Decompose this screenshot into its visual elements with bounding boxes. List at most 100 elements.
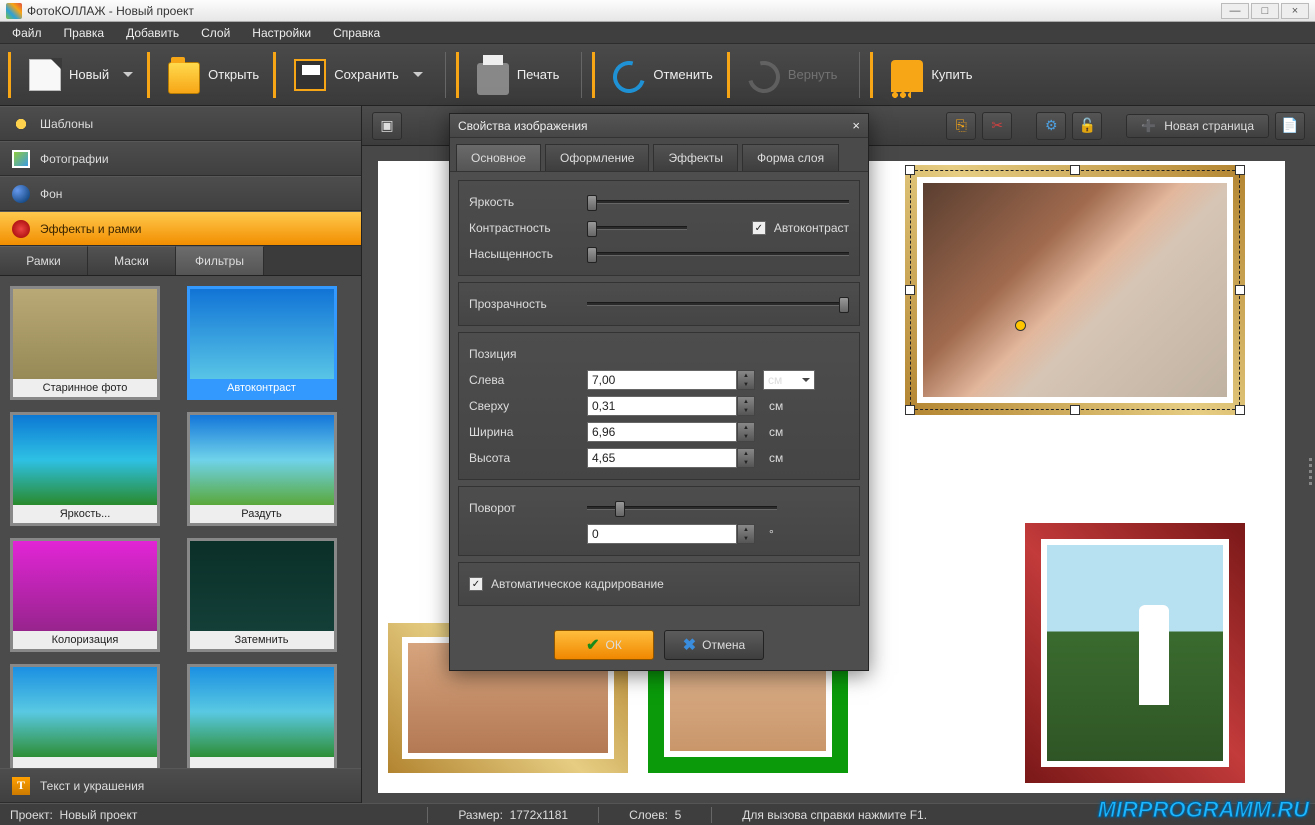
- status-project-label: Проект: Новый проект: [10, 808, 137, 822]
- filter-inflate[interactable]: Раздуть: [187, 412, 337, 526]
- image-frame[interactable]: [1025, 523, 1245, 783]
- subtab-masks[interactable]: Маски: [88, 246, 176, 275]
- scissors-icon: ✂: [991, 117, 1003, 134]
- tab-design[interactable]: Оформление: [545, 144, 649, 171]
- close-button[interactable]: ×: [1281, 3, 1309, 19]
- app-icon: [6, 3, 22, 19]
- dialog-titlebar[interactable]: Свойства изображения ×: [450, 114, 868, 138]
- left-label: Слева: [469, 373, 579, 387]
- resize-handle[interactable]: [905, 285, 915, 295]
- filter-autocontrast[interactable]: Автоконтраст: [187, 286, 337, 400]
- dialog-close-button[interactable]: ×: [852, 118, 860, 133]
- resize-handle[interactable]: [1235, 405, 1245, 415]
- page-settings-button[interactable]: 📄: [1275, 112, 1305, 140]
- tool-button[interactable]: ⎘: [946, 112, 976, 140]
- titlebar: ФотоКОЛЛАЖ - Новый проект — □ ×: [0, 0, 1315, 22]
- spinner-arrows[interactable]: ▲▼: [737, 524, 755, 544]
- dropdown-icon: [123, 72, 133, 77]
- lock-button[interactable]: 🔓: [1072, 112, 1102, 140]
- globe-icon: [12, 185, 30, 203]
- sidebar-effects[interactable]: Эффекты и рамки: [0, 211, 361, 246]
- autocontrast-checkbox[interactable]: ✓: [752, 221, 766, 235]
- contrast-slider[interactable]: [587, 226, 687, 230]
- width-label: Ширина: [469, 425, 579, 439]
- cut-button[interactable]: ✂: [982, 112, 1012, 140]
- buy-button[interactable]: Купить: [879, 52, 984, 98]
- menu-file[interactable]: Файл: [8, 24, 46, 42]
- spinner-arrows[interactable]: ▲▼: [737, 422, 755, 442]
- lock-icon: 🔓: [1079, 117, 1096, 134]
- brightness-label: Яркость: [469, 195, 579, 209]
- sidebar-background[interactable]: Фон: [0, 176, 361, 211]
- spinner-arrows[interactable]: ▲▼: [737, 396, 755, 416]
- ok-button[interactable]: ✔ОК: [554, 630, 654, 660]
- resize-handle[interactable]: [1070, 405, 1080, 415]
- redo-button[interactable]: Вернуть: [736, 51, 850, 99]
- new-page-button[interactable]: ➕Новая страница: [1126, 114, 1269, 138]
- layers-button[interactable]: ▣: [372, 112, 402, 140]
- window-title: ФотоКОЛЛАЖ - Новый проект: [27, 4, 194, 18]
- minimize-button[interactable]: —: [1221, 3, 1249, 19]
- open-button[interactable]: Открыть: [156, 50, 271, 100]
- x-icon: ✖: [683, 635, 696, 655]
- menu-edit[interactable]: Правка: [60, 24, 109, 42]
- toolbar-accent: [8, 52, 11, 98]
- rotation-slider[interactable]: [587, 506, 777, 510]
- menu-settings[interactable]: Настройки: [248, 24, 315, 42]
- tab-main[interactable]: Основное: [456, 144, 541, 171]
- status-size: Размер: 1772x1181: [458, 808, 568, 822]
- save-icon: [294, 59, 326, 91]
- filter-brightness[interactable]: Яркость...: [10, 412, 160, 526]
- maximize-button[interactable]: □: [1251, 3, 1279, 19]
- autocrop-label: Автоматическое кадрирование: [491, 577, 664, 591]
- autocrop-checkbox[interactable]: ✓: [469, 577, 483, 591]
- sidebar-templates[interactable]: Шаблоны: [0, 106, 361, 141]
- resize-handle[interactable]: [1235, 165, 1245, 175]
- star-icon: [12, 115, 30, 133]
- left-input[interactable]: [587, 370, 737, 390]
- settings-button[interactable]: ⚙: [1036, 112, 1066, 140]
- filter-grid[interactable]: Старинное фото Автоконтраст Яркость... Р…: [0, 276, 361, 768]
- top-input[interactable]: [587, 396, 737, 416]
- subtab-frames[interactable]: Рамки: [0, 246, 88, 275]
- filter-old-photo[interactable]: Старинное фото: [10, 286, 160, 400]
- menu-help[interactable]: Справка: [329, 24, 384, 42]
- width-input[interactable]: [587, 422, 737, 442]
- print-button[interactable]: Печать: [465, 49, 572, 101]
- spinner-arrows[interactable]: ▲▼: [737, 370, 755, 390]
- unit-dropdown[interactable]: см: [763, 370, 815, 390]
- rotate-handle[interactable]: [1015, 320, 1026, 331]
- brightness-slider[interactable]: [587, 200, 849, 204]
- undo-button[interactable]: Отменить: [601, 51, 724, 99]
- resize-handle[interactable]: [905, 165, 915, 175]
- filter-item[interactable]: [10, 664, 160, 768]
- height-input[interactable]: [587, 448, 737, 468]
- subtab-filters[interactable]: Фильтры: [176, 246, 264, 275]
- spinner-arrows[interactable]: ▲▼: [737, 448, 755, 468]
- save-button[interactable]: Сохранить: [282, 53, 435, 97]
- opacity-slider[interactable]: [587, 302, 849, 306]
- saturation-label: Насыщенность: [469, 247, 579, 261]
- new-button[interactable]: Новый: [17, 53, 145, 97]
- filter-item[interactable]: [187, 664, 337, 768]
- gear-icon: ⚙: [1045, 117, 1058, 134]
- resize-handle[interactable]: [905, 405, 915, 415]
- filter-colorize[interactable]: Колоризация: [10, 538, 160, 652]
- resize-handle[interactable]: [1070, 165, 1080, 175]
- panel-grabber[interactable]: [1306, 455, 1315, 488]
- dialog-title: Свойства изображения: [458, 119, 588, 133]
- image-frame-selected[interactable]: [905, 165, 1245, 415]
- menu-layer[interactable]: Слой: [197, 24, 234, 42]
- rotation-input[interactable]: [587, 524, 737, 544]
- tab-effects[interactable]: Эффекты: [653, 144, 738, 171]
- filter-darken[interactable]: Затемнить: [187, 538, 337, 652]
- redo-icon: [742, 55, 786, 99]
- menu-add[interactable]: Добавить: [122, 24, 183, 42]
- saturation-slider[interactable]: [587, 252, 849, 256]
- tab-shape[interactable]: Форма слоя: [742, 144, 839, 171]
- image-properties-dialog: Свойства изображения × Основное Оформлен…: [449, 113, 869, 671]
- cancel-button[interactable]: ✖Отмена: [664, 630, 764, 660]
- resize-handle[interactable]: [1235, 285, 1245, 295]
- sidebar-photos[interactable]: Фотографии: [0, 141, 361, 176]
- sidebar-text[interactable]: TТекст и украшения: [0, 768, 361, 803]
